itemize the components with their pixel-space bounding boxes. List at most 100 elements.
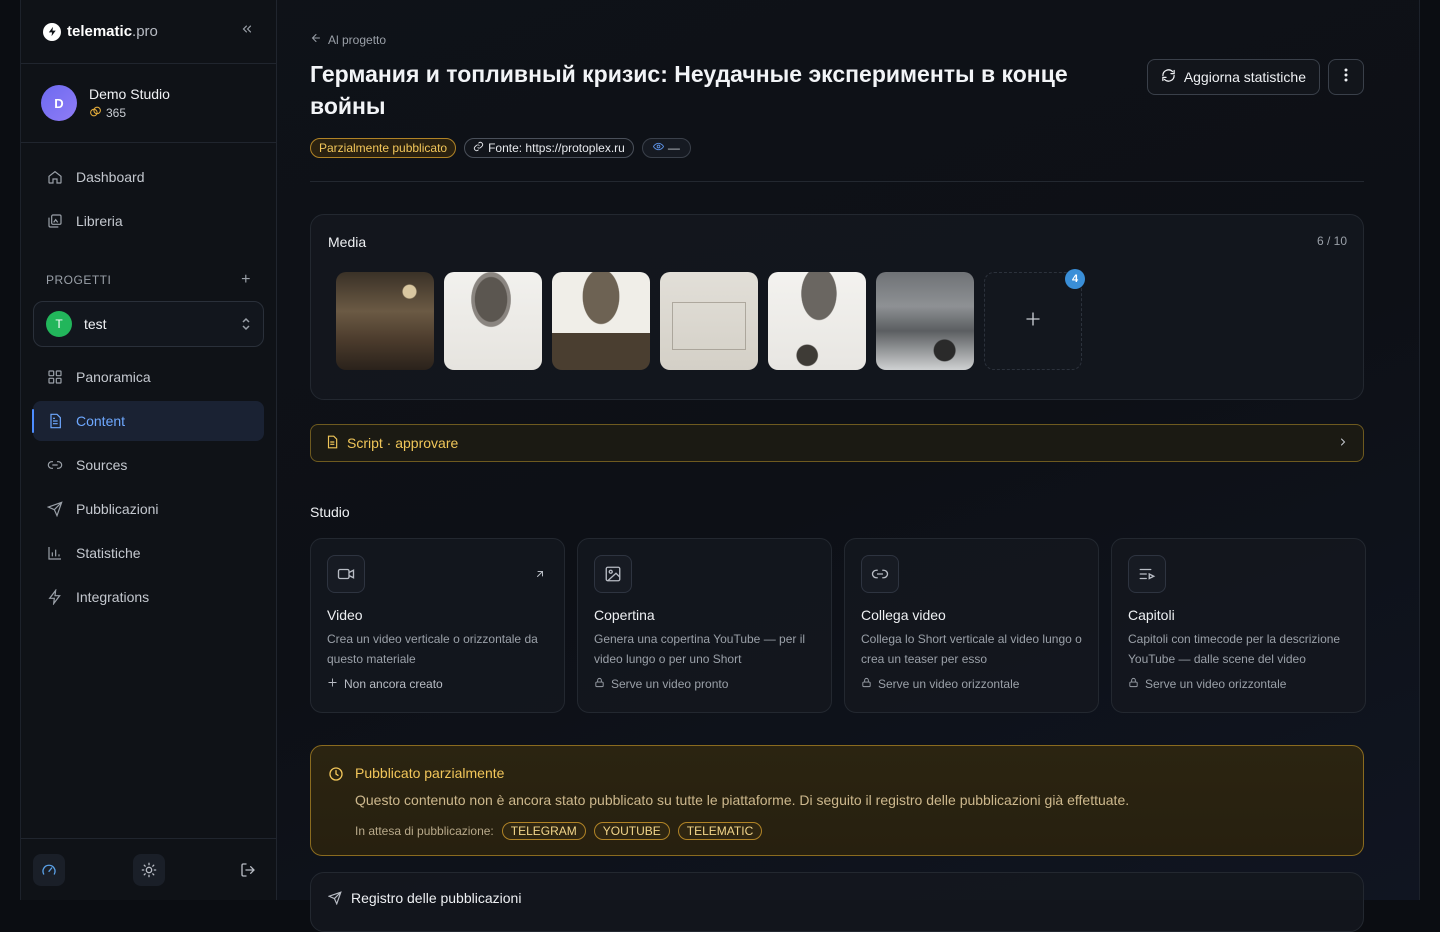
add-media-count-badge: 4 [1065,269,1085,289]
nav-item-label: Statistiche [76,545,141,561]
main-content: Al progetto Германия и топливный кризис:… [310,0,1366,932]
add-media-button[interactable]: 4 [984,269,1085,370]
brand-suffix: .pro [132,23,158,40]
studio-card-description: Crea un video verticale o orizzontale da… [327,632,538,666]
refresh-icon [1161,68,1176,86]
nav-item-label: Dashboard [76,169,145,185]
home-icon [46,168,64,186]
drawing-lines [672,302,746,350]
studio-card-capitoli[interactable]: Capitoli Capitoli con timecode per la de… [1111,538,1366,713]
source-badge[interactable]: Fonte: https://protoplex.ru [464,138,634,158]
projects-heading: PROGETTI [46,273,112,287]
gauge-icon[interactable] [33,853,65,886]
media-count: 6 / 10 [1316,234,1347,248]
media-thumbnail[interactable] [660,272,758,370]
arrow-up-right-icon [534,567,546,583]
pending-platforms: In attesa di pubblicazione: TELEGRAM YOU… [355,822,763,840]
bolt-logo-icon [43,22,61,41]
nav-item-label: Sources [76,457,128,473]
nav-item-panoramica[interactable]: Panoramica [33,357,264,397]
nav-item-libreria[interactable]: Libreria [33,201,264,241]
studio-card-video[interactable]: Video Crea un video verticale o orizzont… [310,538,565,713]
status-badge: Parzialmente pubblicato [310,138,457,158]
media-heading: Media [328,234,367,250]
studio-heading: Studio [310,504,350,520]
media-thumbnails: 4 [336,269,1085,370]
studio-card-description: Capitoli con timecode per la descrizione… [1128,632,1341,666]
nav-item-label: Libreria [76,213,123,229]
lock-icon [861,677,872,691]
media-thumbnail[interactable] [444,272,542,370]
theme-toggle-sun-icon[interactable] [132,853,165,886]
status-text: Serve un video pronto [611,677,729,691]
studio-card-collega-video[interactable]: Collega video Collega lo Short verticale… [844,538,1099,713]
refresh-stats-button[interactable]: Aggiorna statistiche [1146,59,1320,95]
status-text: Non ancora creato [344,677,443,691]
platform-chip-telematic: TELEMATIC [677,822,763,840]
platform-chip-youtube: YOUTUBE [593,822,670,840]
plus-icon [327,677,338,691]
media-card: Media 6 / 10 4 [310,214,1364,400]
video-icon [327,555,365,593]
nav-item-sources[interactable]: Sources [33,445,264,485]
media-thumbnail[interactable] [336,272,434,370]
more-options-button[interactable] [1328,59,1364,95]
coins-icon [89,105,102,121]
projects-section-header: PROGETTI + [21,267,276,293]
pending-label: In attesa di pubblicazione: [355,824,494,838]
nav-item-statistiche[interactable]: Statistiche [33,533,264,573]
registry-title: Registro delle pubblicazioni [351,890,522,906]
account-switcher[interactable]: D Demo Studio 365 [21,64,276,143]
chevron-up-down-icon [241,317,251,332]
arrow-left-icon [310,32,322,47]
badges-row: Parzialmente pubblicato Fonte: https://p… [310,138,691,158]
credits-value: 365 [106,105,127,120]
script-approve-bar[interactable]: Script · approvare [310,424,1364,462]
nav-item-content[interactable]: Content [32,401,264,441]
project-selector[interactable]: T test [33,301,264,347]
account-credits: 365 [89,105,170,121]
app-frame: telematic.pro D Demo Studio 365 Dashboar… [20,0,1420,932]
studio-cards: Video Crea un video verticale o orizzont… [310,538,1366,713]
brand-logo[interactable]: telematic.pro [43,22,158,41]
partial-publish-notice: Pubblicato parzialmente Questo contenuto… [310,745,1364,856]
back-link[interactable]: Al progetto [310,32,386,47]
more-vertical-icon [1344,68,1348,87]
primary-nav: Dashboard Libreria [21,143,276,241]
link-icon [46,456,64,474]
grid-icon [46,368,64,386]
avatar: D [41,85,77,121]
nav-item-pubblicazioni[interactable]: Pubblicazioni [33,489,264,529]
link-icon [473,141,484,155]
studio-card-status: Serve un video pronto [594,677,815,691]
brand-name: telematic [67,23,133,40]
collapse-sidebar-icon[interactable] [240,22,254,41]
lock-icon [1128,677,1139,691]
add-project-icon[interactable]: + [241,271,251,289]
publications-registry-card: Registro delle pubblicazioni [310,872,1364,932]
studio-card-copertina[interactable]: Copertina Genera una copertina YouTube —… [577,538,832,713]
send-icon [46,500,64,518]
media-thumbnail[interactable] [876,272,974,370]
library-icon [46,212,64,230]
nav-item-label: Pubblicazioni [76,501,159,517]
nav-item-integrations[interactable]: Integrations [33,577,264,617]
clock-icon [328,766,344,787]
platform-chip-telegram: TELEGRAM [501,822,586,840]
nav-item-dashboard[interactable]: Dashboard [33,157,264,197]
send-icon [327,891,342,910]
studio-card-status: Serve un video orizzontale [861,677,1082,691]
studio-card-description: Genera una copertina YouTube — per il vi… [594,632,806,666]
notice-text: Questo contenuto non è ancora stato pubb… [355,792,1130,808]
back-link-label: Al progetto [328,32,387,47]
header-divider [310,181,1364,182]
bolt-icon [46,588,64,606]
studio-card-title: Collega video [861,607,946,623]
media-thumbnail[interactable] [552,272,650,370]
media-thumbnail[interactable] [768,272,866,370]
studio-card-title: Video [327,607,363,623]
account-name: Demo Studio [89,85,170,102]
logout-icon[interactable] [232,854,264,886]
notice-title: Pubblicato parzialmente [355,765,505,781]
chevron-right-icon [1337,435,1349,451]
